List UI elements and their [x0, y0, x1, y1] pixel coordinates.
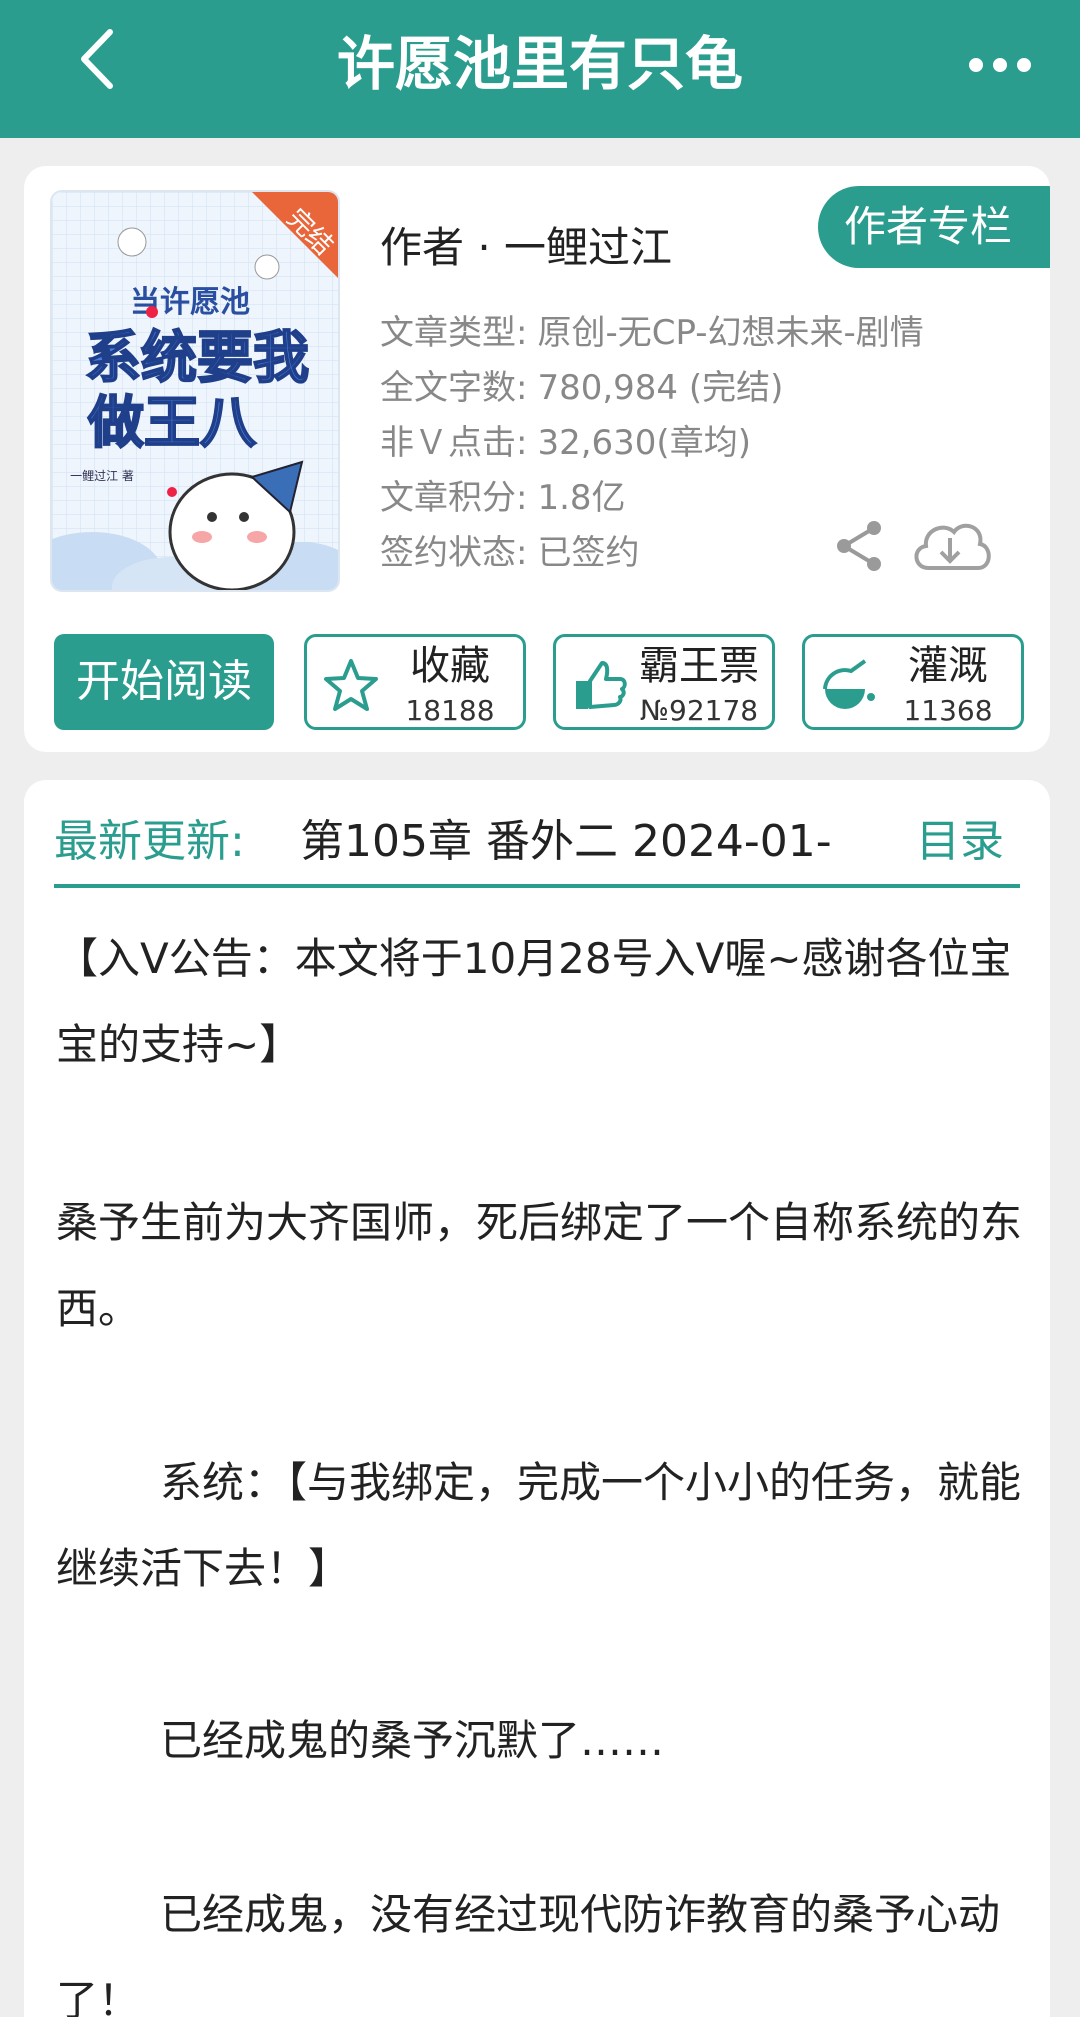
meta-label: 非Ｖ点击: [380, 423, 528, 463]
download-cloud-icon[interactable] [908, 512, 992, 578]
author-line[interactable]: 作者 · 一鲤过江 [380, 214, 672, 275]
more-menu-button[interactable] [960, 30, 1040, 100]
water-label: 灌溉 [908, 643, 988, 689]
book-cover[interactable]: 完结 当许愿池 系统要我 做王八 一鲤过江 著 [50, 190, 340, 592]
synopsis-paragraph: 已经成鬼，没有经过现代防诈教育的桑予心动了！ [56, 1890, 1001, 2017]
synopsis-card: 最新更新: 第105章 番外二 2024-01- 目录 【入V公告：本文将于10… [24, 780, 1050, 2017]
more-dots-icon [969, 58, 1031, 72]
cover-line3: 做王八 [87, 391, 257, 456]
synopsis-paragraph: 桑予生前为大齐国师，死后绑定了一个自称系统的东西。 [56, 1198, 1023, 1333]
top-bar: 许愿池里有只龟 [0, 0, 1080, 138]
water-count: 11368 [903, 694, 993, 727]
cover-line2: 系统要我 [85, 326, 309, 391]
start-reading-button[interactable]: 开始阅读 [54, 634, 274, 730]
synopsis-paragraph: 【入V公告：本文将于10月28号入V喔~感谢各位宝宝的支持~】 [56, 934, 1012, 1069]
table-of-contents-link[interactable]: 目录 [916, 810, 1004, 874]
meta-row-clicks: 非Ｖ点击: 32,630(章均) [380, 416, 924, 471]
ticket-label: 霸王票 [639, 643, 759, 689]
collect-label: 收藏 [410, 643, 490, 689]
latest-update-link[interactable]: 第105章 番外二 2024-01- [300, 810, 875, 874]
meta-value: 已签约 [537, 533, 640, 573]
meta-value: 原创-无CP-幻想未来-剧情 [537, 313, 924, 353]
meta-value: 780,984 (完结) [537, 368, 784, 408]
star-icon [324, 659, 378, 711]
thumbs-up-icon [576, 661, 627, 709]
page-title: 许愿池里有只龟 [336, 30, 743, 98]
meta-label: 文章类型: [380, 313, 528, 353]
watering-flask-icon [823, 659, 875, 709]
meta-label: 签约状态: [380, 533, 528, 573]
share-icon[interactable] [832, 518, 888, 574]
synopsis-paragraph: 已经成鬼的桑予沉默了…… [160, 1716, 665, 1765]
meta-label: 全文字数: [380, 368, 528, 408]
meta-row-wordcount: 全文字数: 780,984 (完结) [380, 361, 924, 416]
meta-value: 1.8亿 [537, 478, 626, 518]
cover-illustration: 完结 当许愿池 系统要我 做王八 一鲤过江 著 [52, 192, 338, 590]
meta-row-type: 文章类型: 原创-无CP-幻想未来-剧情 [380, 306, 924, 361]
meta-label: 文章积分: [380, 478, 528, 518]
synopsis-paragraph: 系统：【与我绑定，完成一个小小的任务，就能继续活下去！】 [56, 1458, 1022, 1593]
ticket-count: №92178 [639, 694, 759, 727]
ticket-button[interactable]: 霸王票 №92178 [553, 634, 775, 730]
collect-button[interactable]: 收藏 18188 [304, 634, 526, 730]
meta-value: 32,630(章均) [537, 423, 751, 463]
author-column-button[interactable]: 作者专栏 [818, 186, 1050, 268]
latest-update-label: 最新更新: [54, 816, 245, 867]
water-button[interactable]: 灌溉 11368 [802, 634, 1024, 730]
divider [54, 884, 1020, 888]
book-info-card: 完结 当许愿池 系统要我 做王八 一鲤过江 著 作者 · 一鲤过江 作者专栏 文… [24, 166, 1050, 752]
collect-count: 18188 [405, 694, 495, 727]
cover-author-tag: 一鲤过江 著 [70, 469, 134, 483]
